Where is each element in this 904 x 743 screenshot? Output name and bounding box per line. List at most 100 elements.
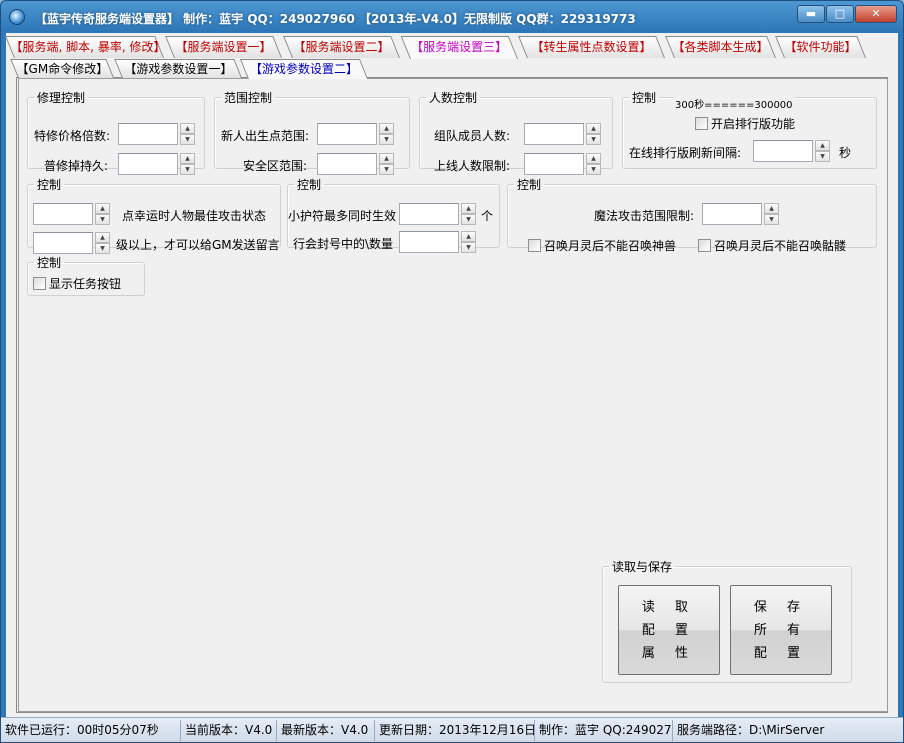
spin-down-icon[interactable]: ▼: [586, 164, 601, 175]
spin-down-icon[interactable]: ▼: [95, 214, 110, 225]
safe-zone-stepper[interactable]: ▲ ▼: [317, 153, 394, 175]
repair-control-group: 修理控制 特修价格倍数: ▲ ▼ 普修掉持久: ▲ ▼: [27, 89, 205, 175]
spin-down-icon[interactable]: ▼: [180, 164, 195, 175]
tab-game-params-2[interactable]: 【游戏参数设置二】: [239, 59, 368, 79]
checkbox-box[interactable]: [33, 277, 46, 290]
normal-repair-label: 普修掉持久:: [44, 159, 109, 173]
special-repair-input[interactable]: [118, 123, 178, 145]
spin-down-icon[interactable]: ▼: [461, 214, 476, 225]
ranking-refresh-stepper[interactable]: ▲ ▼: [753, 140, 830, 162]
spinner-arrows[interactable]: ▲ ▼: [180, 153, 195, 175]
magic-range-input[interactable]: [702, 203, 762, 225]
checkbox-box[interactable]: [698, 239, 711, 252]
online-limit-input[interactable]: [524, 153, 584, 175]
button-label-line: 读 取: [641, 599, 697, 615]
spin-down-icon[interactable]: ▼: [586, 134, 601, 145]
button-label-line: 属 性: [641, 645, 697, 661]
tab-label: 【服务端设置一】: [175, 40, 272, 54]
spinner-arrows[interactable]: ▲ ▼: [379, 123, 394, 145]
online-limit-stepper[interactable]: ▲ ▼: [524, 153, 601, 175]
spinner-arrows[interactable]: ▲ ▼: [461, 203, 476, 225]
normal-repair-stepper[interactable]: ▲ ▼: [118, 153, 195, 175]
people-control-group: 人数控制 组队成员人数: ▲ ▼ 上线人数限制: ▲ ▼: [419, 89, 613, 175]
client-area: 【服务端, 脚本, 暴率, 修改】 【服务端设置一】 【服务端设置二】 【服务端…: [5, 33, 898, 717]
guild-title-count-input[interactable]: [399, 231, 459, 253]
spin-up-icon[interactable]: ▲: [461, 203, 476, 214]
show-task-button-checkbox[interactable]: 显示任务按钮: [33, 275, 121, 292]
save-all-config-button[interactable]: 保 存 所 有 配 置: [730, 585, 832, 675]
no-skeleton-summon-checkbox[interactable]: 召唤月灵后不能召唤骷髅: [698, 237, 846, 254]
spin-down-icon[interactable]: ▼: [379, 164, 394, 175]
amulet-input[interactable]: [399, 203, 459, 225]
spin-up-icon[interactable]: ▲: [379, 153, 394, 164]
enable-ranking-checkbox[interactable]: 开启排行版功能: [695, 115, 795, 132]
luck-input[interactable]: [33, 203, 93, 225]
magic-range-stepper[interactable]: ▲ ▼: [702, 203, 779, 225]
team-size-stepper[interactable]: ▲ ▼: [524, 123, 601, 145]
spin-up-icon[interactable]: ▲: [586, 123, 601, 134]
checkbox-box[interactable]: [695, 117, 708, 130]
safe-zone-input[interactable]: [317, 153, 377, 175]
normal-repair-input[interactable]: [118, 153, 178, 175]
ranking-control-group: 控制 300秒======300000 开启排行版功能 在线排行版刷新间隔: ▲…: [622, 89, 877, 169]
minimize-button[interactable]: ▬: [797, 5, 825, 23]
tab-server-settings-1[interactable]: 【服务端设置一】: [165, 36, 282, 58]
spin-up-icon[interactable]: ▲: [180, 153, 195, 164]
tab-label: 【GM命令修改】: [16, 62, 109, 76]
spin-up-icon[interactable]: ▲: [764, 203, 779, 214]
amulet-stepper[interactable]: ▲ ▼: [399, 203, 476, 225]
read-config-button[interactable]: 读 取 配 置 属 性: [618, 585, 720, 675]
spin-down-icon[interactable]: ▼: [180, 134, 195, 145]
spin-down-icon[interactable]: ▼: [764, 214, 779, 225]
spinner-arrows[interactable]: ▲ ▼: [180, 123, 195, 145]
spin-up-icon[interactable]: ▲: [586, 153, 601, 164]
tab-rebirth-attributes[interactable]: 【转生属性点数设置】: [518, 36, 665, 58]
button-label-line: 配 置: [641, 622, 697, 638]
no-beast-summon-checkbox[interactable]: 召唤月灵后不能召唤神兽: [528, 237, 676, 254]
tab-script-generation[interactable]: 【各类脚本生成】: [665, 36, 776, 58]
tab-software-functions[interactable]: 【软件功能】: [775, 36, 866, 58]
spawn-range-stepper[interactable]: ▲ ▼: [317, 123, 394, 145]
spin-up-icon[interactable]: ▲: [180, 123, 195, 134]
tab-label: 【游戏参数设置一】: [124, 62, 233, 76]
spinner-arrows[interactable]: ▲ ▼: [586, 123, 601, 145]
luck-level-control-group: 控制 ▲ ▼ 点幸运时人物最佳攻击状态 ▲ ▼ 级以上，才可以给GM发送留言: [27, 176, 281, 254]
spinner-arrows[interactable]: ▲ ▼: [95, 203, 110, 225]
special-repair-stepper[interactable]: ▲ ▼: [118, 123, 195, 145]
spin-up-icon[interactable]: ▲: [95, 203, 110, 214]
spin-down-icon[interactable]: ▼: [95, 243, 110, 254]
spin-up-icon[interactable]: ▲: [815, 140, 830, 151]
spin-down-icon[interactable]: ▼: [815, 151, 830, 162]
spin-down-icon[interactable]: ▼: [461, 242, 476, 253]
title-bar[interactable]: 【蓝宇传奇服务端设置器】 制作：蓝宇 QQ：249027960 【2013年-V…: [1, 1, 903, 33]
close-button[interactable]: ✕: [855, 5, 897, 23]
tab-server-settings-2[interactable]: 【服务端设置二】: [283, 36, 400, 58]
tab-gm-commands[interactable]: 【GM命令修改】: [10, 59, 114, 78]
team-size-input[interactable]: [524, 123, 584, 145]
spin-up-icon[interactable]: ▲: [461, 231, 476, 242]
checkbox-box[interactable]: [528, 239, 541, 252]
gm-message-level-input[interactable]: [33, 232, 93, 254]
server-path-status: 服务端路径：D:\MirServer: [677, 722, 825, 737]
spinner-arrows[interactable]: ▲ ▼: [461, 231, 476, 253]
spinner-arrows[interactable]: ▲ ▼: [586, 153, 601, 175]
spin-up-icon[interactable]: ▲: [95, 232, 110, 243]
gm-message-level-stepper[interactable]: ▲ ▼: [33, 232, 110, 254]
maximize-button[interactable]: □: [826, 5, 854, 23]
spin-up-icon[interactable]: ▲: [379, 123, 394, 134]
gm-message-level-label: 级以上，才可以给GM发送留言: [116, 238, 280, 252]
tab-label: 【游戏参数设置二】: [249, 62, 358, 76]
luck-stepper[interactable]: ▲ ▼: [33, 203, 110, 225]
spinner-arrows[interactable]: ▲ ▼: [815, 140, 830, 162]
spawn-range-input[interactable]: [317, 123, 377, 145]
ranking-refresh-input[interactable]: [753, 140, 813, 162]
tab-server-script[interactable]: 【服务端, 脚本, 暴率, 修改】: [5, 36, 165, 58]
spinner-arrows[interactable]: ▲ ▼: [95, 232, 110, 254]
guild-title-count-stepper[interactable]: ▲ ▼: [399, 231, 476, 253]
luck-label: 点幸运时人物最佳攻击状态: [122, 209, 267, 223]
tab-game-params-1[interactable]: 【游戏参数设置一】: [114, 59, 242, 78]
spinner-arrows[interactable]: ▲ ▼: [379, 153, 394, 175]
spinner-arrows[interactable]: ▲ ▼: [764, 203, 779, 225]
tab-server-settings-3[interactable]: 【服务端设置三】: [400, 36, 518, 59]
spin-down-icon[interactable]: ▼: [379, 134, 394, 145]
